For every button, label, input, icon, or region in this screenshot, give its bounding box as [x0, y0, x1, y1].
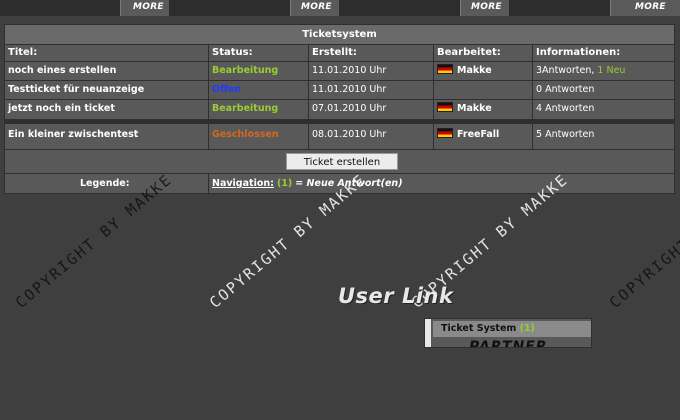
status-badge: Bearbeitung [212, 65, 279, 76]
row-divider [5, 149, 674, 150]
edited-by: Makke [434, 100, 532, 118]
editor-name: FreeFall [457, 129, 500, 140]
status-badge: Offen [212, 84, 241, 95]
partner-heading: PARTNER [469, 339, 548, 348]
col-header-info: Informationen: [536, 47, 621, 58]
ticket-title-link[interactable]: Testticket für neuanzeige [5, 81, 208, 99]
more-link-3[interactable]: MORE [471, 2, 502, 12]
created-date: 07.01.2010 Uhr [312, 103, 387, 114]
user-link-heading: User Link [338, 284, 454, 308]
more-tab-4[interactable]: MORE [610, 0, 680, 16]
panel-title: Ticketsystem [5, 25, 674, 45]
german-flag-icon [437, 64, 453, 74]
create-ticket-row: Ticket erstellen [5, 151, 674, 173]
ticketsystem-panel: Ticketsystem Titel: Status: Erstellt: Be… [4, 24, 675, 194]
ticket-title-link[interactable]: Ein kleiner zwischentest [5, 126, 208, 144]
answer-count: 3Antworten, [536, 65, 595, 76]
ticket-system-label: Ticket System [441, 323, 517, 334]
answer-count: 4 Antworten [536, 103, 595, 114]
more-tab-1[interactable]: MORE [120, 0, 169, 16]
col-header-edited: Bearbeitet: [437, 47, 501, 58]
editor-name: Makke [457, 103, 492, 114]
legend-nav-label: Navigation: [212, 178, 274, 189]
more-link-4[interactable]: MORE [635, 2, 666, 12]
german-flag-icon [437, 102, 453, 112]
ticket-system-count: (1) [519, 323, 535, 334]
edited-by: Makke [434, 62, 532, 80]
edited-by: FreeFall [434, 126, 532, 144]
legend-content: Navigation: (1) = Neue Antwort(en) [212, 174, 403, 193]
new-answer-count: 1 Neu [597, 65, 626, 76]
top-nav-bar: MORE MORE MORE MORE [0, 0, 680, 16]
more-tab-3[interactable]: MORE [460, 0, 509, 16]
created-date: 11.01.2010 Uhr [312, 84, 387, 95]
ticket-title-link[interactable]: jetzt noch ein ticket [5, 100, 208, 118]
more-link-1[interactable]: MORE [133, 2, 164, 12]
col-header-title: Titel: [8, 47, 38, 58]
german-flag-icon [437, 128, 453, 138]
status-badge: Bearbeitung [212, 103, 279, 114]
ticket-system-link[interactable]: Ticket System (1) [433, 321, 591, 337]
user-link-box: Ticket System (1) PARTNER [424, 318, 592, 348]
answer-count: 5 Antworten [536, 129, 595, 140]
status-badge: Geschlossen [212, 129, 279, 140]
closed-separator [5, 119, 674, 124]
user-link-bar [425, 319, 431, 347]
ticket-title-link[interactable]: noch eines erstellen [5, 62, 208, 80]
created-date: 08.01.2010 Uhr [312, 129, 387, 140]
col-header-status: Status: [212, 47, 253, 58]
edited-by [434, 81, 532, 99]
more-link-2[interactable]: MORE [301, 2, 332, 12]
legend-label: Legende: [80, 178, 130, 189]
col-header-created: Erstellt: [312, 47, 357, 58]
legend-count: (1) [276, 178, 293, 189]
create-ticket-button[interactable]: Ticket erstellen [286, 153, 398, 170]
editor-name: Makke [457, 65, 492, 76]
answer-count: 0 Antworten [536, 84, 595, 95]
created-date: 11.01.2010 Uhr [312, 65, 387, 76]
ticket-info: 3Antworten, 1 Neu [533, 62, 674, 80]
more-tab-2[interactable]: MORE [290, 0, 339, 16]
